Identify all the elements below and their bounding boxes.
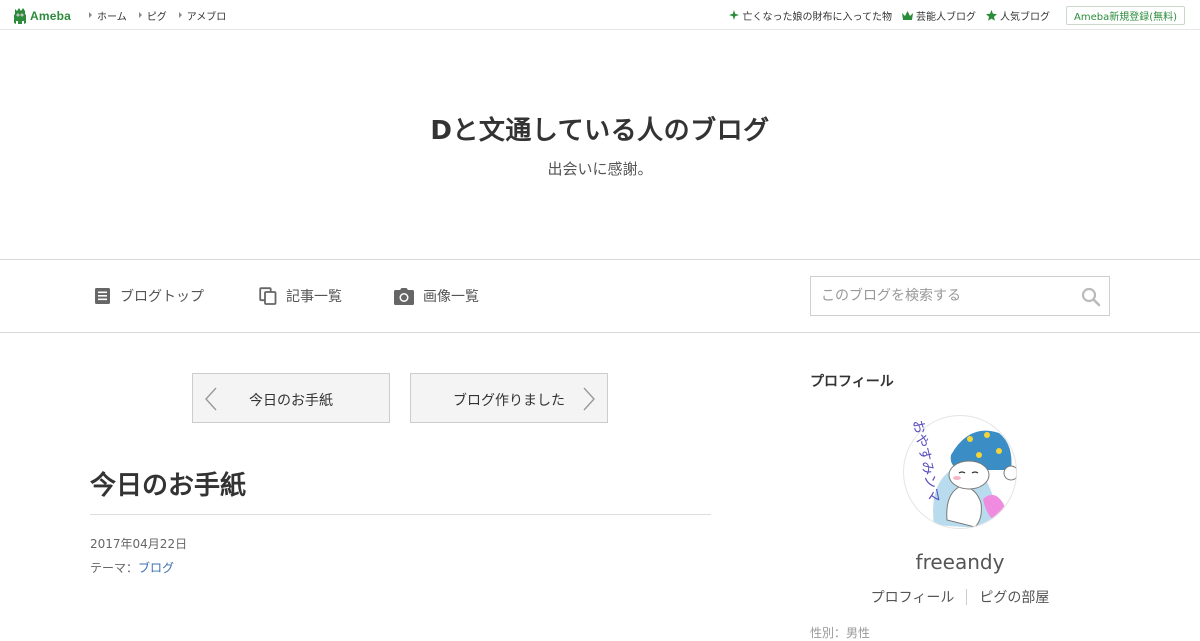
sparkle-icon xyxy=(729,10,740,20)
top-nav-pigg-label: ピグ xyxy=(146,11,167,23)
blog-search xyxy=(810,276,1110,316)
triangle-right-icon xyxy=(178,12,182,18)
ameba-logo[interactable]: Ameba xyxy=(13,6,71,25)
profile-name[interactable]: freeandy xyxy=(810,550,1110,574)
blog-subtitle: 出会いに感謝。 xyxy=(547,160,653,178)
crown-icon xyxy=(901,10,913,20)
next-entry-label: ブログ作りました xyxy=(453,393,565,409)
ameba-monster-icon xyxy=(14,7,26,24)
nav-blog-top[interactable]: ブログトップ xyxy=(94,260,204,332)
nav-blog-top-label: ブログトップ xyxy=(120,289,204,305)
celebrity-blog-label: 芸能人ブログ xyxy=(915,11,976,23)
document-icon xyxy=(95,288,110,304)
popular-blog-link[interactable]: 人気ブログ xyxy=(985,8,1050,23)
entry-theme-prefix: テーマ： xyxy=(90,561,139,575)
trending-article-label: 亡くなった娘の財布に入ってた物 xyxy=(742,11,892,23)
link-separator xyxy=(966,589,968,605)
next-entry-button[interactable]: ブログ作りました xyxy=(410,373,608,423)
nav-article-list[interactable]: 記事一覧 xyxy=(259,260,342,332)
prev-entry-label: 今日のお手紙 xyxy=(249,393,333,409)
blog-header: Dと文通している人のブログ 出会いに感謝。 xyxy=(0,30,1200,260)
top-nav-ameblo-label: アメブロ xyxy=(186,11,227,23)
top-right-links: 亡くなった娘の財布に入ってた物 芸能人ブログ 人気ブログ Ameba新規登録(無… xyxy=(719,0,1185,30)
triangle-right-icon xyxy=(138,12,142,18)
trending-article-link[interactable]: 亡くなった娘の財布に入ってた物 xyxy=(729,8,892,23)
nav-image-list[interactable]: 画像一覧 xyxy=(394,260,479,332)
avatar[interactable]: おやすみンマ xyxy=(899,415,1021,529)
top-nav-home-label: ホーム xyxy=(97,11,127,23)
sidebar-profile-heading: プロフィール xyxy=(810,374,894,390)
top-nav: ホーム ピグ アメブロ xyxy=(89,0,238,30)
copy-icon xyxy=(259,287,277,305)
camera-icon xyxy=(394,287,414,305)
top-nav-home[interactable]: ホーム xyxy=(89,8,127,23)
ameba-logo-text: Ameba xyxy=(30,8,72,23)
popular-blog-label: 人気ブログ xyxy=(999,11,1050,23)
search-button[interactable] xyxy=(1081,287,1101,307)
entry-theme-link[interactable]: ブログ xyxy=(138,561,174,575)
nav-article-list-label: 記事一覧 xyxy=(286,289,342,305)
profile-gender: 性別：男性 xyxy=(810,626,871,640)
blog-title[interactable]: Dと文通している人のブログ xyxy=(0,110,1200,147)
top-bar: Ameba ホーム ピグ アメブロ 亡くなった娘の財布に入ってた物 芸能人ブログ xyxy=(0,0,1200,30)
prev-entry-button[interactable]: 今日のお手紙 xyxy=(192,373,390,423)
blog-search-input[interactable] xyxy=(811,277,1073,315)
celebrity-blog-link[interactable]: 芸能人ブログ xyxy=(901,8,976,23)
top-nav-ameblo[interactable]: アメブロ xyxy=(178,8,227,23)
profile-links: プロフィール ピグの部屋 xyxy=(810,587,1110,607)
top-nav-pigg[interactable]: ピグ xyxy=(138,8,167,23)
entry-title[interactable]: 今日のお手紙 xyxy=(90,465,246,502)
search-icon xyxy=(1081,287,1101,307)
triangle-right-icon xyxy=(89,12,92,18)
nav-image-list-label: 画像一覧 xyxy=(423,289,479,305)
pigg-room-link[interactable]: ピグの部屋 xyxy=(979,587,1049,607)
signup-button[interactable]: Ameba新規登録(無料) xyxy=(1065,5,1185,25)
entry-theme: テーマ：ブログ xyxy=(90,559,174,576)
profile-link[interactable]: プロフィール xyxy=(871,587,955,607)
entry-date: 2017年04月22日 xyxy=(90,537,188,551)
chevron-left-icon xyxy=(205,387,217,411)
divider xyxy=(90,514,711,515)
star-icon xyxy=(985,9,997,21)
blog-global-nav: ブログトップ 記事一覧 画像一覧 xyxy=(0,259,1200,333)
chevron-right-icon xyxy=(583,387,595,411)
